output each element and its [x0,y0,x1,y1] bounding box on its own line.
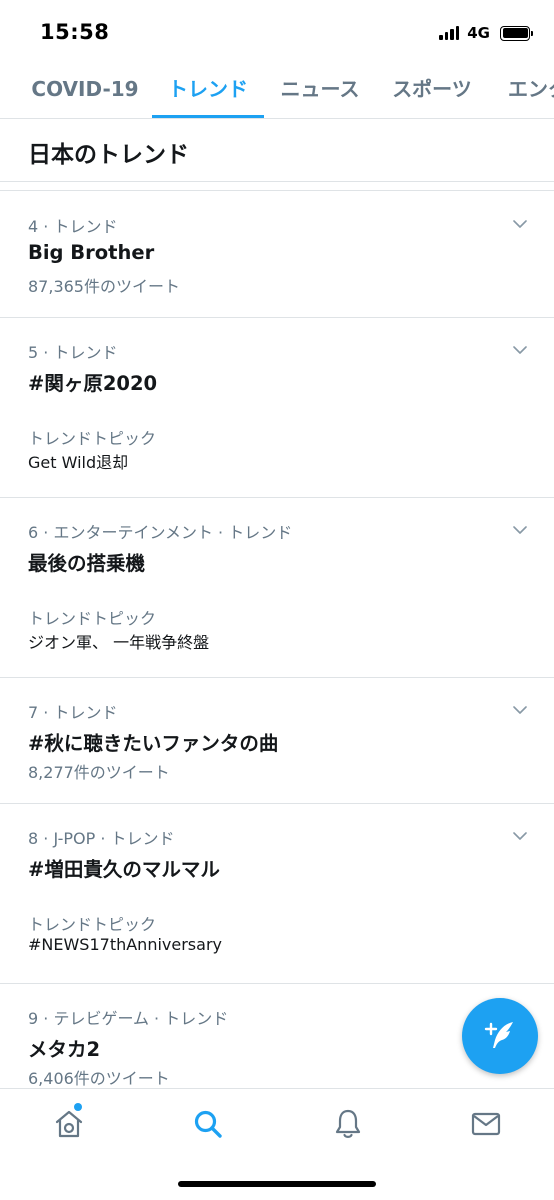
trend-meta: 6 · エンターテインメント · トレンド [28,523,293,542]
status-indicators: 4G [439,24,533,42]
trend-name: #関ヶ原2020 [28,372,158,395]
tweet-count: 87,365件のツイート [28,277,180,296]
trend-name: Big Brother [28,241,155,264]
trend-item[interactable]: 6 · エンターテインメント · トレンド 最後の搭乗機 トレンドトピック ジオ… [0,498,554,678]
tab-trends[interactable]: トレンド [152,64,264,118]
notification-dot [74,1103,82,1111]
tab-covid-19[interactable]: COVID-19 [30,64,140,118]
compose-tweet-icon [484,1022,513,1048]
section-header: 日本のトレンド [0,119,554,182]
bell-icon[interactable] [331,1107,365,1141]
mail-icon[interactable] [469,1107,503,1141]
trend-item[interactable]: 4 · トレンド Big Brother 87,365件のツイート [0,192,554,318]
chevron-down-icon[interactable] [513,829,527,843]
network-type: 4G [467,24,490,42]
tab-news[interactable]: ニュース [278,64,362,118]
trend-topic: #NEWS17thAnniversary [28,935,222,954]
trend-name: #秋に聴きたいファンタの曲 [28,732,279,755]
trend-topic: Get Wild退却 [28,453,129,472]
trend-meta: 8 · J-POP · トレンド [28,829,175,848]
trend-topic-label: トレンドトピック [28,915,157,934]
chevron-down-icon[interactable] [513,523,527,537]
trend-topic: ジオン軍、 一年戦争終盤 [28,633,210,652]
chevron-down-icon[interactable] [513,703,527,717]
tweet-count: 8,277件のツイート [28,763,170,782]
tweet-count: 6,406件のツイート [28,1069,170,1088]
status-time: 15:58 [40,20,110,44]
trend-meta: 7 · トレンド [28,703,118,722]
trend-item[interactable]: 8 · J-POP · トレンド #増田貴久のマルマル トレンドトピック #NE… [0,804,554,984]
signal-strength-icon [439,26,460,40]
trend-name: メタカ2 [28,1038,101,1061]
tab-entertainment[interactable]: エンタ [508,64,554,118]
trend-name: #増田貴久のマルマル [28,858,220,881]
status-bar: 15:58 4G [0,0,554,64]
compose-tweet-button[interactable] [462,998,538,1074]
trend-meta: 4 · トレンド [28,217,118,236]
chevron-down-icon[interactable] [513,217,527,231]
trend-meta: 9 · テレビゲーム · トレンド [28,1009,229,1028]
trend-item[interactable]: 5 · トレンド #関ヶ原2020 トレンドトピック Get Wild退却 [0,318,554,498]
chevron-down-icon[interactable] [513,343,527,357]
battery-icon [500,25,533,41]
page-title: 日本のトレンド [28,142,189,168]
home-icon[interactable] [52,1107,86,1141]
active-tab-indicator [152,115,264,118]
trend-name: 最後の搭乗機 [28,552,146,575]
search-icon[interactable] [191,1107,225,1141]
home-indicator [178,1181,376,1187]
trend-meta: 5 · トレンド [28,343,118,362]
trend-topic-label: トレンドトピック [28,429,157,448]
tab-sports[interactable]: スポーツ [390,64,474,118]
trend-topic-label: トレンドトピック [28,609,157,628]
explore-tabs: COVID-19 トレンド ニュース スポーツ エンタ [0,64,554,119]
divider [0,183,554,191]
trend-item[interactable]: 7 · トレンド #秋に聴きたいファンタの曲 8,277件のツイート [0,678,554,804]
